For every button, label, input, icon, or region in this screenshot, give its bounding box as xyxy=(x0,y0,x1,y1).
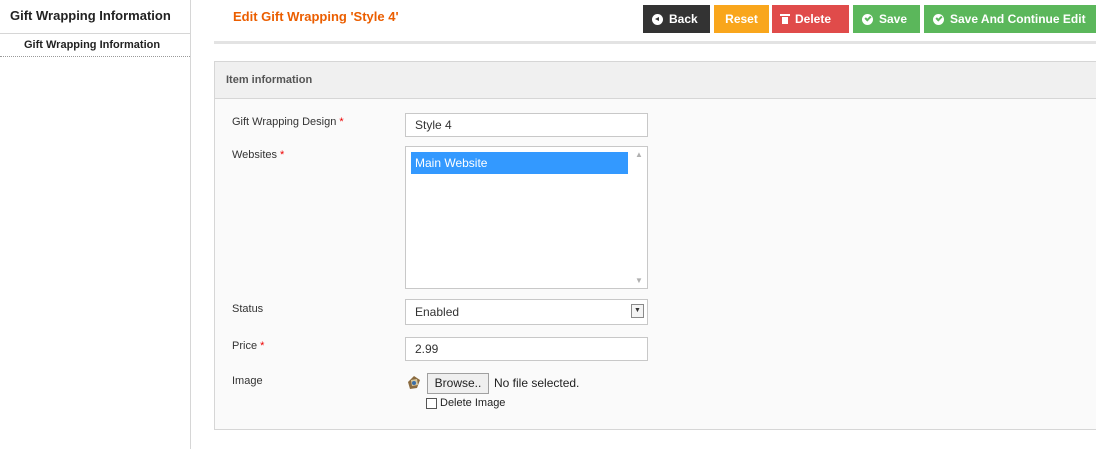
delete-image-checkbox[interactable] xyxy=(426,398,437,409)
design-label: Gift Wrapping Design * xyxy=(232,116,344,128)
scroll-down-icon[interactable]: ▼ xyxy=(635,276,643,285)
sidebar-title: Gift Wrapping Information xyxy=(10,8,171,23)
delete-button-label: Delete xyxy=(795,12,832,26)
websites-label-text: Websites xyxy=(232,149,278,161)
design-input[interactable]: Style 4 xyxy=(405,113,648,137)
back-button-label: Back xyxy=(669,12,698,26)
back-arrow-icon xyxy=(652,13,663,25)
websites-multiselect[interactable]: Main Website ▲ ▼ xyxy=(405,146,648,289)
scroll-up-icon[interactable]: ▲ xyxy=(635,150,643,159)
reset-button[interactable]: Reset xyxy=(714,5,769,33)
image-label-text: Image xyxy=(232,375,263,387)
design-input-value: Style 4 xyxy=(415,118,452,132)
websites-scrollbar[interactable]: ▲ ▼ xyxy=(631,147,647,288)
panel-title: Item information xyxy=(226,74,313,86)
sidebar-tab-gift-wrapping-information[interactable]: Gift Wrapping Information xyxy=(0,33,190,57)
save-button[interactable]: Save xyxy=(853,5,920,33)
status-label: Status xyxy=(232,303,263,315)
required-marker: * xyxy=(339,116,344,128)
status-select-value: Enabled xyxy=(415,305,460,319)
page-title: Edit Gift Wrapping 'Style 4' xyxy=(233,9,399,24)
chevron-down-icon: ▼ xyxy=(631,304,644,318)
reset-button-label: Reset xyxy=(725,12,758,26)
item-information-panel: Item information xyxy=(214,61,1096,430)
required-marker: * xyxy=(280,149,285,161)
price-input[interactable]: 2.99 xyxy=(405,337,648,361)
save-and-continue-label: Save And Continue Edit xyxy=(950,12,1086,26)
trash-icon xyxy=(780,14,790,24)
delete-button[interactable]: Delete xyxy=(772,5,849,33)
price-label-text: Price xyxy=(232,340,258,352)
panel-header: Item information xyxy=(215,62,1096,99)
save-button-label: Save xyxy=(879,12,908,26)
sidebar: Gift Wrapping Information Gift Wrapping … xyxy=(0,0,191,449)
back-button[interactable]: Back xyxy=(643,5,710,33)
status-label-text: Status xyxy=(232,303,264,315)
design-label-text: Gift Wrapping Design xyxy=(232,116,337,128)
check-icon xyxy=(862,13,873,25)
price-input-value: 2.99 xyxy=(415,342,439,356)
status-select[interactable]: Enabled ▼ xyxy=(405,299,648,325)
required-marker: * xyxy=(260,340,265,352)
website-option-main[interactable]: Main Website xyxy=(411,152,628,174)
file-status: No file selected. xyxy=(494,376,580,390)
price-label: Price * xyxy=(232,340,264,352)
delete-image-label[interactable]: Delete Image xyxy=(440,397,505,409)
header-divider xyxy=(214,41,1096,44)
image-label: Image xyxy=(232,375,263,387)
websites-label: Websites * xyxy=(232,149,284,161)
image-placeholder-icon xyxy=(408,376,420,389)
save-and-continue-button[interactable]: Save And Continue Edit xyxy=(924,5,1096,33)
sidebar-tab-label: Gift Wrapping Information xyxy=(24,39,161,51)
browse-button[interactable]: Browse.. xyxy=(427,373,489,394)
check-icon xyxy=(933,13,944,25)
